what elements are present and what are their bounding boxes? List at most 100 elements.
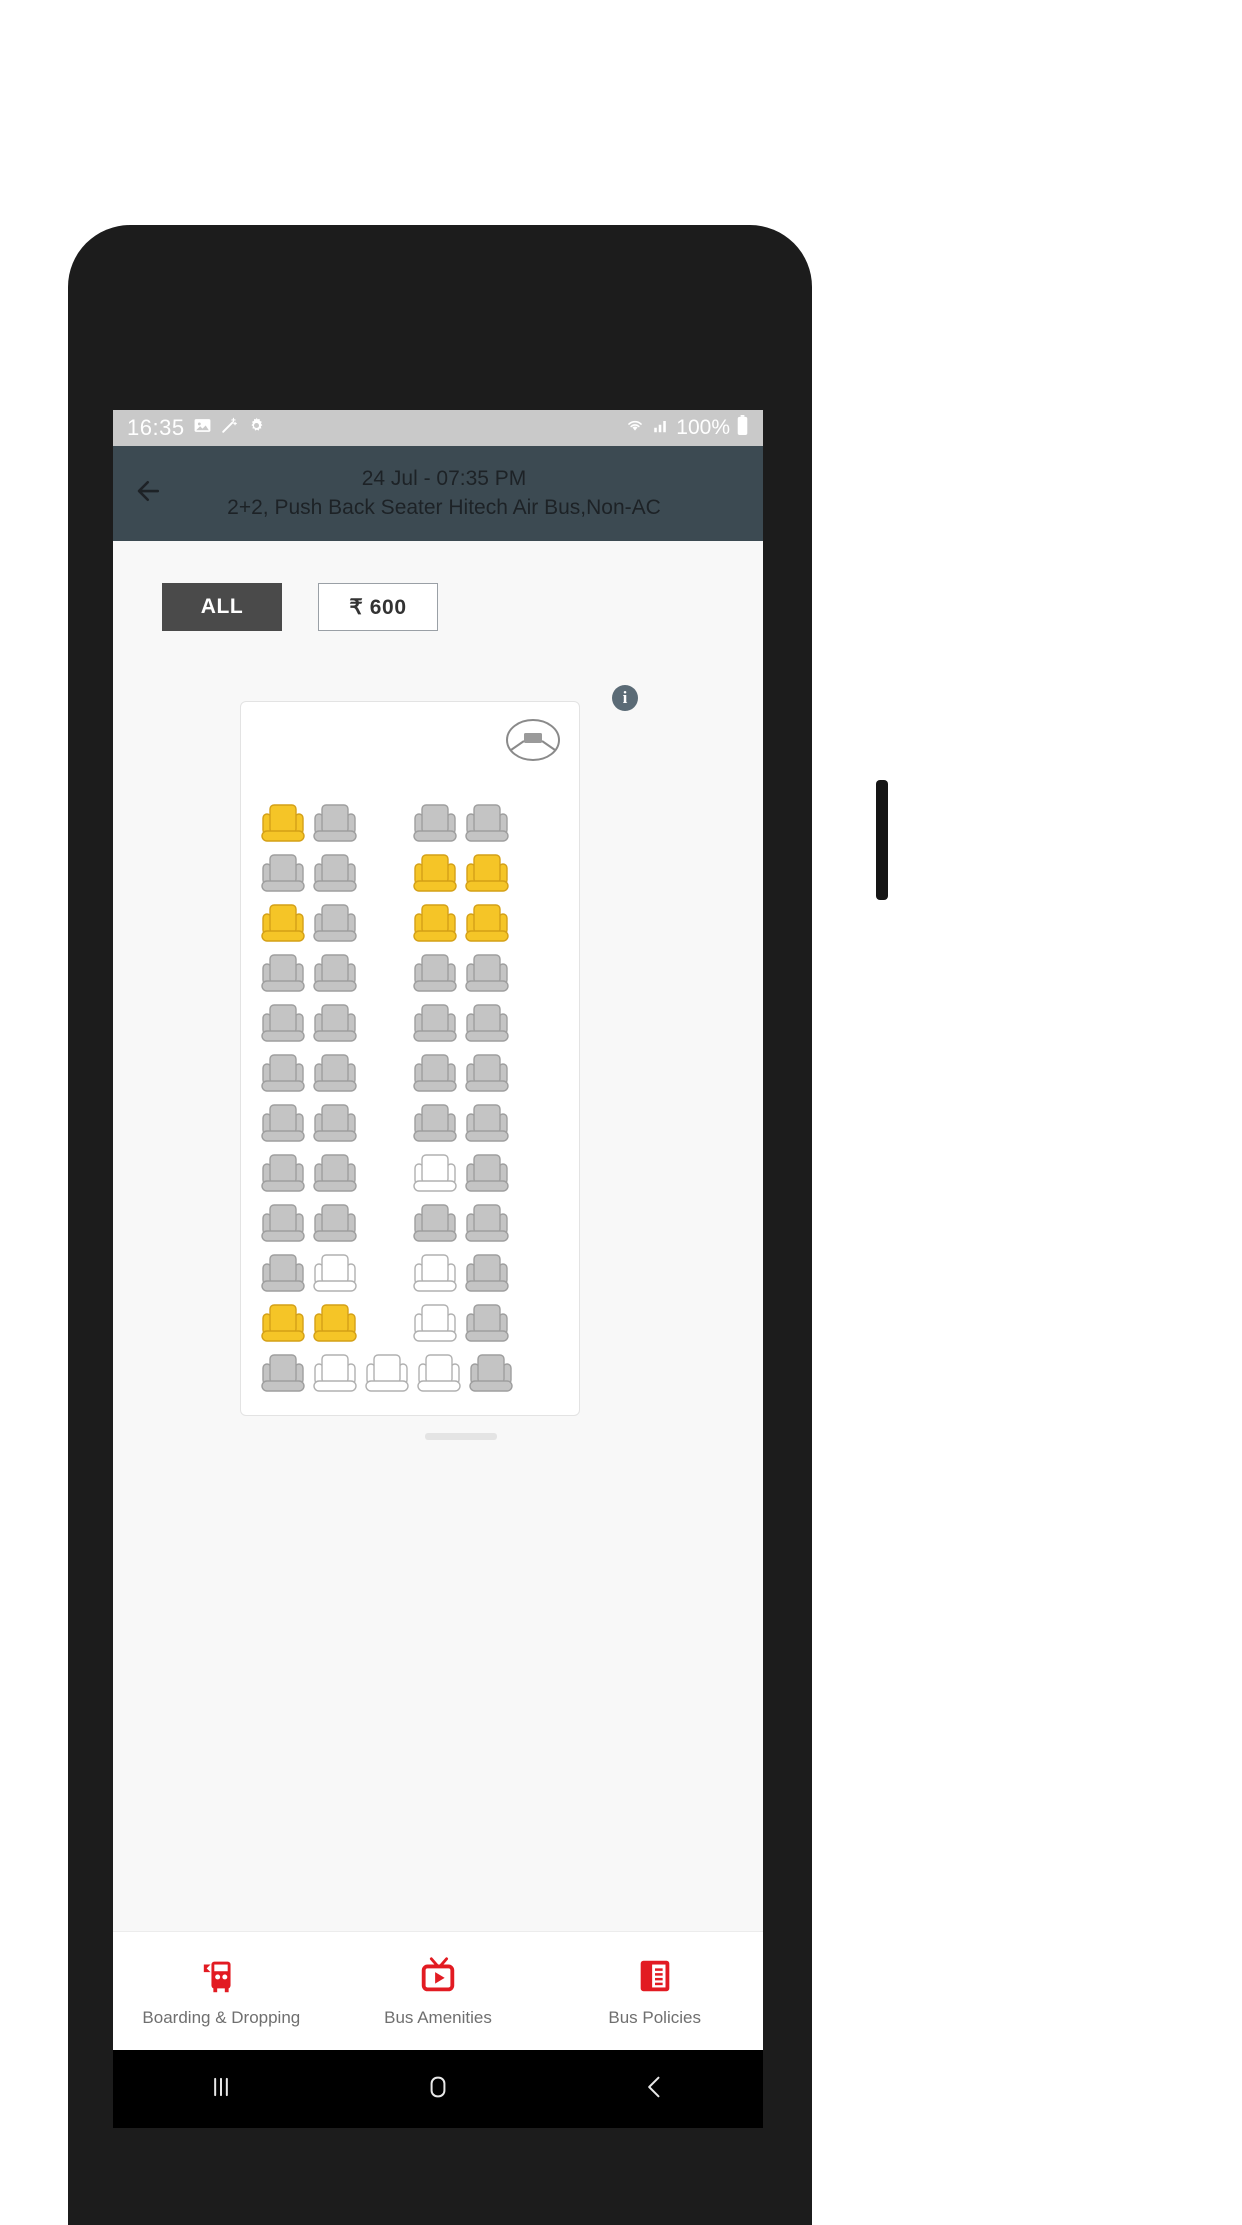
seat-10-1[interactable] — [257, 1252, 309, 1302]
seat-row — [257, 802, 565, 852]
bottom-nav-bar: Boarding & Dropping Bus Amenities Bus Po… — [113, 1931, 763, 2050]
aisle-gap — [361, 1152, 409, 1202]
seat-layout-panel[interactable] — [240, 701, 580, 1416]
back-button[interactable] — [546, 2073, 763, 2106]
seat-9-2[interactable] — [309, 1202, 361, 1252]
seat-6-5[interactable] — [461, 1052, 513, 1102]
seat-10-4[interactable] — [409, 1252, 461, 1302]
status-bar: 16:35 100% — [113, 410, 763, 446]
nav-bus-amenities[interactable]: Bus Amenities — [330, 1954, 547, 2028]
seat-7-4[interactable] — [409, 1102, 461, 1152]
seat-8-1[interactable] — [257, 1152, 309, 1202]
seat-12-1[interactable] — [257, 1352, 309, 1402]
seat-row — [257, 1302, 565, 1352]
aisle-gap — [361, 1252, 409, 1302]
header-back-button[interactable] — [113, 446, 185, 541]
seat-row — [257, 852, 565, 902]
seat-row — [257, 1152, 565, 1202]
battery-percent: 100% — [676, 416, 730, 439]
seat-1-2[interactable] — [309, 802, 361, 852]
seat-3-4[interactable] — [409, 902, 461, 952]
seat-12-3[interactable] — [361, 1352, 413, 1402]
seat-12-2[interactable] — [309, 1352, 361, 1402]
seat-8-4[interactable] — [409, 1152, 461, 1202]
seat-4-2[interactable] — [309, 952, 361, 1002]
seat-9-1[interactable] — [257, 1202, 309, 1252]
seat-11-4[interactable] — [409, 1302, 461, 1352]
seat-5-2[interactable] — [309, 1002, 361, 1052]
seat-2-1[interactable] — [257, 852, 309, 902]
seat-7-5[interactable] — [461, 1102, 513, 1152]
seat-row — [257, 1202, 565, 1252]
aisle-gap — [361, 952, 409, 1002]
seat-1-1[interactable] — [257, 802, 309, 852]
aisle-gap — [361, 802, 409, 852]
seat-7-1[interactable] — [257, 1102, 309, 1152]
aisle-gap — [361, 852, 409, 902]
seat-map-section: i — [113, 663, 763, 1453]
filter-price-600-button[interactable]: ₹ 600 — [318, 583, 438, 631]
seat-11-5[interactable] — [461, 1302, 513, 1352]
seat-9-4[interactable] — [409, 1202, 461, 1252]
seat-4-5[interactable] — [461, 952, 513, 1002]
seat-2-5[interactable] — [461, 852, 513, 902]
seat-3-1[interactable] — [257, 902, 309, 952]
power-button[interactable] — [876, 780, 888, 900]
seat-5-1[interactable] — [257, 1002, 309, 1052]
nav-label: Bus Amenities — [384, 2008, 492, 2027]
document-icon — [634, 1954, 676, 1998]
seat-grid — [257, 802, 565, 1402]
seat-row — [257, 1352, 565, 1402]
seat-9-5[interactable] — [461, 1202, 513, 1252]
bus-type: 2+2, Push Back Seater Hitech Air Bus,Non… — [227, 495, 661, 519]
seat-3-2[interactable] — [309, 902, 361, 952]
seat-12-5[interactable] — [465, 1352, 517, 1402]
seat-10-2[interactable] — [309, 1252, 361, 1302]
scroll-indicator[interactable] — [425, 1433, 497, 1440]
seat-2-2[interactable] — [309, 852, 361, 902]
trip-datetime: 24 Jul - 07:35 PM — [361, 467, 527, 491]
seat-7-2[interactable] — [309, 1102, 361, 1152]
nav-boarding-dropping[interactable]: Boarding & Dropping — [113, 1954, 330, 2028]
seat-10-5[interactable] — [461, 1252, 513, 1302]
seat-11-2[interactable] — [309, 1302, 361, 1352]
seat-1-4[interactable] — [409, 802, 461, 852]
seat-8-2[interactable] — [309, 1152, 361, 1202]
image-icon — [193, 416, 212, 440]
signal-icon — [652, 416, 670, 440]
steering-wheel-icon — [505, 718, 561, 767]
seat-4-4[interactable] — [409, 952, 461, 1002]
home-button[interactable] — [330, 2073, 547, 2106]
seat-8-5[interactable] — [461, 1152, 513, 1202]
android-nav-bar — [113, 2050, 763, 2128]
aisle-gap — [361, 1202, 409, 1252]
seat-1-5[interactable] — [461, 802, 513, 852]
seat-6-2[interactable] — [309, 1052, 361, 1102]
recents-button[interactable] — [113, 2073, 330, 2106]
arrow-left-icon — [134, 476, 164, 511]
seat-3-5[interactable] — [461, 902, 513, 952]
fare-filter-row: ALL ₹ 600 — [113, 541, 763, 631]
seat-4-1[interactable] — [257, 952, 309, 1002]
seat-row — [257, 952, 565, 1002]
nav-bus-policies[interactable]: Bus Policies — [546, 1954, 763, 2028]
aisle-gap — [361, 1102, 409, 1152]
nav-label: Boarding & Dropping — [142, 2008, 301, 2027]
seat-5-5[interactable] — [461, 1002, 513, 1052]
tv-play-icon — [417, 1954, 459, 1998]
seat-6-4[interactable] — [409, 1052, 461, 1102]
seat-11-1[interactable] — [257, 1302, 309, 1352]
phone-screen: 16:35 100% 24 Jul - 07:35 PM 2+2, Push B… — [113, 410, 763, 2128]
seat-6-1[interactable] — [257, 1052, 309, 1102]
seat-12-4[interactable] — [413, 1352, 465, 1402]
seat-5-4[interactable] — [409, 1002, 461, 1052]
status-bar-left: 16:35 — [127, 415, 266, 441]
aisle-gap — [361, 1052, 409, 1102]
filter-all-button[interactable]: ALL — [162, 583, 282, 631]
status-time: 16:35 — [127, 415, 185, 440]
info-icon-letter: i — [622, 688, 628, 707]
seat-row — [257, 1252, 565, 1302]
info-icon[interactable]: i — [612, 685, 638, 711]
aisle-gap — [361, 902, 409, 952]
seat-2-4[interactable] — [409, 852, 461, 902]
